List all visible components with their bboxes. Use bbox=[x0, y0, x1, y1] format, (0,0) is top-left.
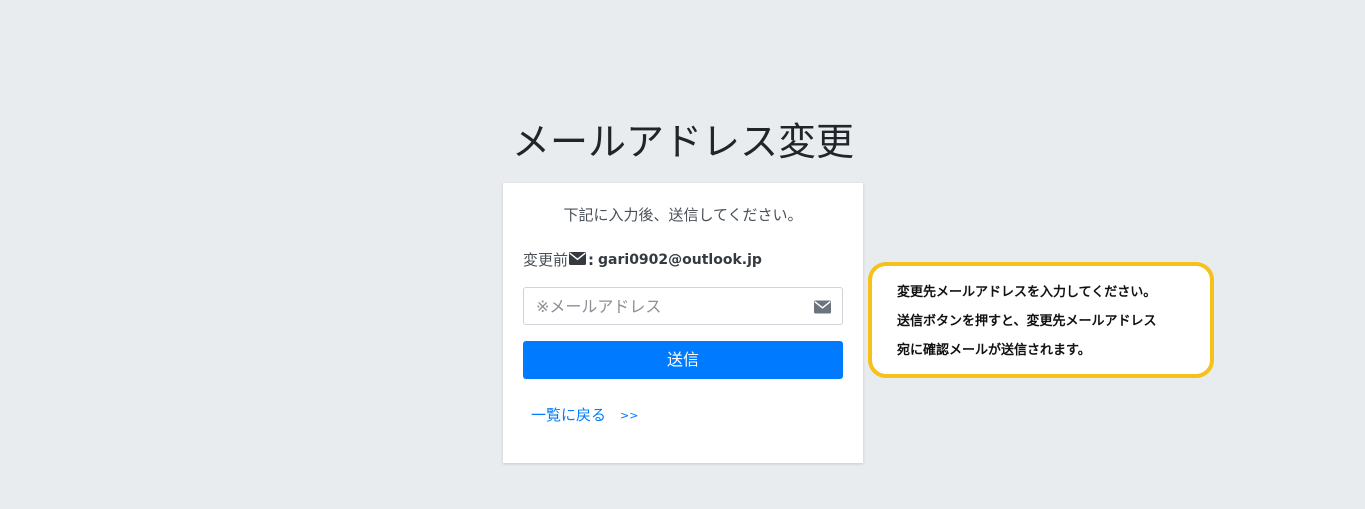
help-callout-line: 送信ボタンを押すと、変更先メールアドレス bbox=[897, 314, 1157, 329]
submit-button[interactable]: 送信 bbox=[523, 341, 843, 379]
current-email-row: 変更前 : gari0902@outlook.jp bbox=[523, 249, 762, 271]
instruction-text: 下記に入力後、送信してください。 bbox=[563, 206, 803, 224]
back-link-label: 一覧に戻る bbox=[531, 406, 607, 424]
envelope-icon bbox=[569, 249, 587, 271]
current-email-value: gari0902@outlook.jp bbox=[598, 252, 762, 268]
page-title: メールアドレス変更 bbox=[511, 120, 854, 164]
new-email-field[interactable] bbox=[523, 287, 843, 325]
email-change-card: 下記に入力後、送信してください。 変更前 : gari0902@outlook.… bbox=[503, 183, 863, 463]
envelope-icon bbox=[814, 299, 831, 314]
help-callout: 変更先メールアドレスを入力してください。 送信ボタンを押すと、変更先メールアドレ… bbox=[868, 262, 1214, 378]
back-arrows: >> bbox=[620, 409, 639, 422]
back-to-list-link[interactable]: 一覧に戻る >> bbox=[531, 405, 638, 426]
help-callout-line: 宛に確認メールが送信されます。 bbox=[897, 343, 1091, 358]
help-callout-line: 変更先メールアドレスを入力してください。 bbox=[897, 285, 1157, 300]
current-email-separator: : bbox=[588, 251, 595, 269]
new-email-input[interactable] bbox=[524, 288, 804, 324]
current-email-label: 変更前 bbox=[523, 251, 569, 269]
